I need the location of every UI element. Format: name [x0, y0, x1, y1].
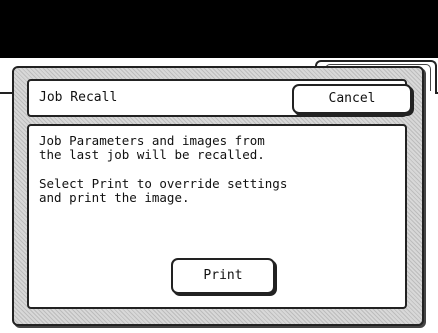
dialog-header: Job Recall Cancel	[27, 79, 412, 117]
dialog-title: Job Recall	[39, 90, 118, 105]
message-line: the last job will be recalled.	[39, 147, 265, 162]
print-button[interactable]: Print	[171, 258, 275, 294]
job-recall-dialog: Job Recall Cancel Job Parameters and ima…	[12, 66, 424, 326]
message-line: Select Print to override settings	[39, 176, 288, 191]
message-line: Job Parameters and images from	[39, 133, 265, 148]
message-paragraph-2: Select Print to override settings and pr…	[39, 177, 287, 205]
cancel-button[interactable]: Cancel	[292, 84, 412, 114]
dialog-body: Job Parameters and images from the last …	[27, 124, 407, 309]
message-line: and print the image.	[39, 190, 190, 205]
message-paragraph-1: Job Parameters and images from the last …	[39, 134, 265, 162]
top-status-bar	[0, 0, 438, 58]
